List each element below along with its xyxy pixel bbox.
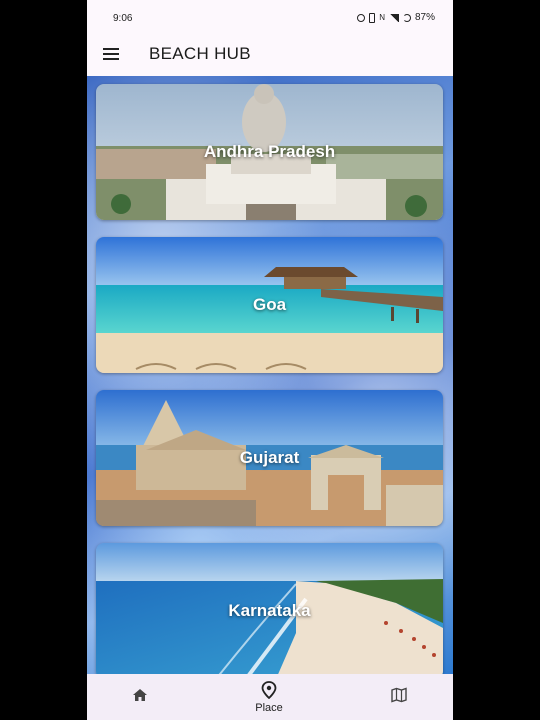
place-card-karnataka[interactable]: Karnataka [96, 543, 443, 674]
place-name-andhra-pradesh: Andhra Pradesh [203, 142, 336, 161]
place-card-gujarat[interactable]: Gujarat [96, 390, 443, 526]
battery-percent: 87% [414, 12, 435, 23]
place-name-goa: Goa [252, 295, 287, 314]
status-bar: 9:06 N 87% [87, 0, 453, 36]
menu-icon[interactable] [103, 48, 119, 60]
battery-icon [402, 13, 411, 22]
signal-icon [388, 13, 399, 22]
place-card-andhra-pradesh[interactable]: Andhra Pradesh [96, 84, 443, 220]
vibrate-icon [369, 12, 376, 23]
places-list[interactable]: Andhra Pradesh Goa Gujarat Karnataka [87, 76, 453, 674]
alarm-icon [357, 13, 366, 22]
app-title: BEACH HUB [149, 44, 251, 63]
place-name-karnataka: Karnataka [228, 601, 311, 620]
place-name-gujarat: Gujarat [239, 448, 300, 467]
nav-place-label: Place [255, 702, 283, 714]
app-bar: BEACH HUB [87, 36, 453, 76]
nfc-icon: N [379, 12, 385, 22]
place-card-goa[interactable]: Goa [96, 237, 443, 373]
status-time: 9:06 [113, 13, 133, 24]
location-pin-icon [261, 681, 277, 699]
status-icons: N 87% [357, 12, 435, 23]
nav-home[interactable] [89, 674, 189, 720]
nav-place[interactable]: Place [219, 674, 319, 720]
map-icon [391, 687, 407, 703]
home-icon [133, 689, 147, 701]
phone-screen: 9:06 N 87% BEACH HUB Andhra Pradesh Goa … [87, 0, 453, 720]
bottom-navigation: Place [87, 674, 453, 720]
nav-map[interactable] [349, 674, 449, 720]
